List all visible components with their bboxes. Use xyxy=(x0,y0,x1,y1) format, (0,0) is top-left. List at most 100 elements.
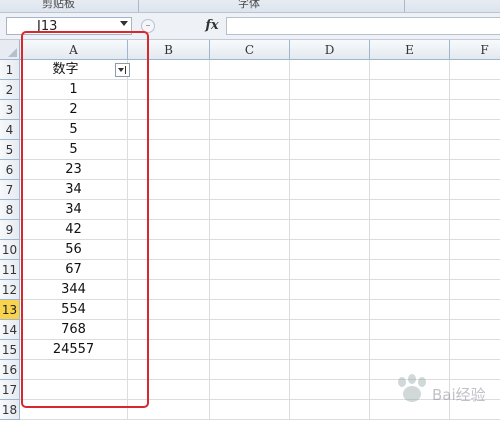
cell-e15[interactable] xyxy=(370,340,450,360)
cell-f16[interactable] xyxy=(450,360,500,380)
cell-f4[interactable] xyxy=(450,120,500,140)
formula-bar-resize-handle[interactable] xyxy=(141,19,155,33)
cell-f10[interactable] xyxy=(450,240,500,260)
cell-b18[interactable] xyxy=(128,400,210,420)
cell-f5[interactable] xyxy=(450,140,500,160)
cell-c8[interactable] xyxy=(210,200,290,220)
cell-f18[interactable] xyxy=(450,400,500,420)
cell-a4[interactable]: 5 xyxy=(20,120,128,140)
cell-a8[interactable]: 34 xyxy=(20,200,128,220)
cell-e10[interactable] xyxy=(370,240,450,260)
cell-b13[interactable] xyxy=(128,300,210,320)
cell-c13[interactable] xyxy=(210,300,290,320)
cell-e14[interactable] xyxy=(370,320,450,340)
cell-c2[interactable] xyxy=(210,80,290,100)
column-header-e[interactable]: E xyxy=(370,40,450,60)
cell-b6[interactable] xyxy=(128,160,210,180)
cell-d4[interactable] xyxy=(290,120,370,140)
cell-d1[interactable] xyxy=(290,60,370,80)
cell-a1[interactable]: 数字 xyxy=(20,60,128,80)
cell-b1[interactable] xyxy=(128,60,210,80)
row-header[interactable]: 11 xyxy=(0,260,20,280)
column-header-c[interactable]: C xyxy=(210,40,290,60)
formula-input[interactable] xyxy=(226,17,500,35)
row-header[interactable]: 10 xyxy=(0,240,20,260)
cell-e7[interactable] xyxy=(370,180,450,200)
cell-e4[interactable] xyxy=(370,120,450,140)
cell-f9[interactable] xyxy=(450,220,500,240)
cell-d9[interactable] xyxy=(290,220,370,240)
row-header[interactable]: 5 xyxy=(0,140,20,160)
cell-f17[interactable] xyxy=(450,380,500,400)
cell-a14[interactable]: 768 xyxy=(20,320,128,340)
cell-a16[interactable] xyxy=(20,360,128,380)
column-header-f[interactable]: F xyxy=(450,40,500,60)
cell-e6[interactable] xyxy=(370,160,450,180)
cell-a9[interactable]: 42 xyxy=(20,220,128,240)
cell-f14[interactable] xyxy=(450,320,500,340)
row-header[interactable]: 16 xyxy=(0,360,20,380)
cell-a13[interactable]: 554 xyxy=(20,300,128,320)
cell-c14[interactable] xyxy=(210,320,290,340)
cell-d5[interactable] xyxy=(290,140,370,160)
cell-d6[interactable] xyxy=(290,160,370,180)
cell-d11[interactable] xyxy=(290,260,370,280)
cell-c5[interactable] xyxy=(210,140,290,160)
cell-f13[interactable] xyxy=(450,300,500,320)
select-all-button[interactable] xyxy=(0,40,20,60)
row-header[interactable]: 3 xyxy=(0,100,20,120)
cell-c3[interactable] xyxy=(210,100,290,120)
cell-a3[interactable]: 2 xyxy=(20,100,128,120)
cell-c7[interactable] xyxy=(210,180,290,200)
cell-d13[interactable] xyxy=(290,300,370,320)
cell-e11[interactable] xyxy=(370,260,450,280)
row-header[interactable]: 13 xyxy=(0,300,20,320)
cell-b8[interactable] xyxy=(128,200,210,220)
cell-b9[interactable] xyxy=(128,220,210,240)
row-header[interactable]: 9 xyxy=(0,220,20,240)
cell-c9[interactable] xyxy=(210,220,290,240)
cell-f15[interactable] xyxy=(450,340,500,360)
row-header[interactable]: 4 xyxy=(0,120,20,140)
cell-d14[interactable] xyxy=(290,320,370,340)
cell-a10[interactable]: 56 xyxy=(20,240,128,260)
cell-c17[interactable] xyxy=(210,380,290,400)
cell-d18[interactable] xyxy=(290,400,370,420)
cell-e5[interactable] xyxy=(370,140,450,160)
row-header[interactable]: 1 xyxy=(0,60,20,80)
cell-b4[interactable] xyxy=(128,120,210,140)
cell-d15[interactable] xyxy=(290,340,370,360)
cell-e1[interactable] xyxy=(370,60,450,80)
cell-a6[interactable]: 23 xyxy=(20,160,128,180)
cell-d3[interactable] xyxy=(290,100,370,120)
cell-a5[interactable]: 5 xyxy=(20,140,128,160)
cell-c6[interactable] xyxy=(210,160,290,180)
cell-f8[interactable] xyxy=(450,200,500,220)
row-header[interactable]: 7 xyxy=(0,180,20,200)
row-header[interactable]: 14 xyxy=(0,320,20,340)
cell-b11[interactable] xyxy=(128,260,210,280)
cell-a7[interactable]: 34 xyxy=(20,180,128,200)
cell-b12[interactable] xyxy=(128,280,210,300)
cell-e16[interactable] xyxy=(370,360,450,380)
name-box[interactable]: J13 xyxy=(6,17,132,35)
row-header[interactable]: 17 xyxy=(0,380,20,400)
cell-e18[interactable] xyxy=(370,400,450,420)
cell-e2[interactable] xyxy=(370,80,450,100)
cell-d16[interactable] xyxy=(290,360,370,380)
column-header-b[interactable]: B xyxy=(128,40,210,60)
cell-e9[interactable] xyxy=(370,220,450,240)
cell-d2[interactable] xyxy=(290,80,370,100)
cell-e3[interactable] xyxy=(370,100,450,120)
cell-b7[interactable] xyxy=(128,180,210,200)
cell-c12[interactable] xyxy=(210,280,290,300)
cell-d8[interactable] xyxy=(290,200,370,220)
cell-c15[interactable] xyxy=(210,340,290,360)
name-box-dropdown-icon[interactable] xyxy=(120,21,128,26)
row-header[interactable]: 18 xyxy=(0,400,20,420)
cell-b16[interactable] xyxy=(128,360,210,380)
cell-a12[interactable]: 344 xyxy=(20,280,128,300)
cell-f6[interactable] xyxy=(450,160,500,180)
cell-e8[interactable] xyxy=(370,200,450,220)
cell-c18[interactable] xyxy=(210,400,290,420)
